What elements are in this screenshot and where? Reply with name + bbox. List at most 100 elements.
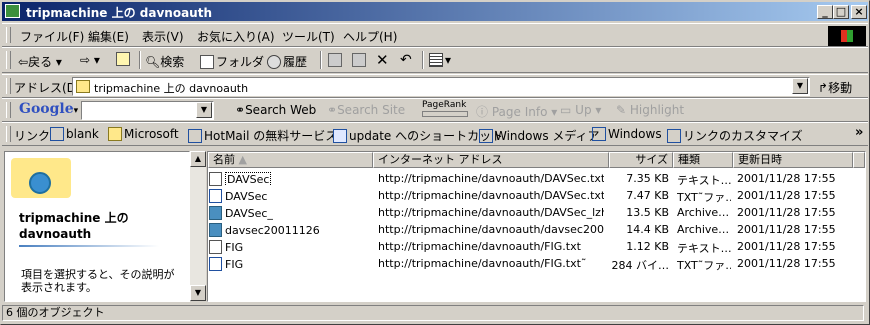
move-to-icon	[328, 53, 342, 67]
ie-page-icon	[50, 127, 64, 141]
file-url: http://tripmachine/davnoauth/davsec2001…	[378, 223, 604, 236]
link-windows-media[interactable]: Windows メディア	[479, 127, 600, 144]
generic-file-icon	[209, 189, 222, 203]
go-arrow-icon: ↱	[818, 81, 829, 95]
toolbar-grip[interactable]	[6, 27, 11, 43]
move-to-button[interactable]	[328, 53, 344, 67]
file-type: テキスト…	[677, 242, 731, 255]
file-name: DAVSec	[225, 190, 268, 203]
link-hotmail[interactable]: HotMail の無料サービス	[188, 127, 337, 144]
file-name: FIG	[225, 258, 244, 271]
toolbar-grip[interactable]	[6, 102, 11, 118]
delete-button[interactable]: ✕	[376, 51, 389, 69]
separator	[139, 51, 141, 69]
file-url: http://tripmachine/davnoauth/DAVSec.txt	[378, 172, 604, 185]
file-type: Archive…	[677, 206, 730, 219]
search-button[interactable]: 🔍︎検索	[145, 53, 184, 70]
folder-up-icon: ▭	[560, 103, 572, 117]
google-menu-button[interactable]: Google▾	[19, 101, 78, 117]
file-url: http://tripmachine/davnoauth/FIG.txt˜	[378, 257, 587, 270]
sort-arrow-icon: ▲	[238, 153, 247, 166]
close-button[interactable]: ×	[851, 5, 867, 19]
highlight-button[interactable]: ✎ Highlight	[616, 103, 684, 117]
search-web-button[interactable]: ⚭Search Web	[235, 103, 316, 117]
history-button[interactable]: 履歴	[267, 53, 307, 70]
column-header-url[interactable]: インターネット アドレス	[373, 152, 609, 168]
folders-button[interactable]: フォルダ	[200, 53, 264, 70]
link-customize[interactable]: リンクのカスタマイズ	[667, 127, 803, 144]
file-type: テキスト…	[677, 174, 731, 187]
copy-to-icon	[352, 53, 366, 67]
file-row[interactable]: DAVSec http://tripmachine/davnoauth/DAVS…	[208, 187, 865, 204]
separator	[422, 51, 424, 69]
column-header-modified[interactable]: 更新日時	[733, 152, 853, 168]
status-bar: 6 個のオブジェクト	[2, 304, 868, 322]
left-pane-scrollbar[interactable]: ▲ ▼	[190, 151, 206, 301]
file-name: DAVSec_	[225, 207, 273, 220]
file-modified: 2001/11/28 17:55	[737, 172, 836, 185]
menu-favorites[interactable]: お気に入り(A)	[197, 28, 275, 45]
file-size: 14.4 KB	[626, 223, 669, 236]
ie-page-icon	[188, 129, 202, 143]
menu-edit[interactable]: 編集(E)	[88, 28, 129, 45]
google-toolbar: Google▾ ▼ ⚭Search Web ⚭Search Site PageR…	[2, 98, 868, 122]
go-button[interactable]: ↱移動	[818, 79, 852, 96]
file-modified: 2001/11/28 17:55	[737, 240, 836, 253]
file-row[interactable]: DAVSec_ http://tripmachine/davnoauth/DAV…	[208, 204, 865, 221]
file-size: 13.5 KB	[626, 206, 669, 219]
links-more-chevron-icon[interactable]: »	[855, 125, 863, 140]
column-header-size[interactable]: サイズ	[609, 152, 673, 168]
title-bar[interactable]: tripmachine 上の davnoauth _ □ ×	[2, 2, 868, 21]
link-update-shortcut[interactable]: update へのショートカット	[333, 127, 503, 144]
minimize-button[interactable]: _	[817, 5, 833, 19]
file-row[interactable]: FIG http://tripmachine/davnoauth/FIG.txt…	[208, 255, 865, 272]
column-header-type[interactable]: 種類	[673, 152, 733, 168]
delete-x-icon: ✕	[376, 51, 389, 69]
network-folder-large-icon	[11, 158, 71, 198]
column-header-name[interactable]: 名前 ▲	[208, 152, 373, 168]
address-input[interactable]: tripmachine 上の davnoauth ▼	[72, 77, 810, 96]
back-button[interactable]: ⇦戻る ▾	[18, 53, 62, 70]
menu-tools[interactable]: ツール(T)	[282, 28, 335, 45]
file-row[interactable]: FIG http://tripmachine/davnoauth/FIG.txt…	[208, 238, 865, 255]
search-site-button[interactable]: ⚭Search Site	[327, 103, 405, 117]
ie-page-icon	[667, 129, 681, 143]
address-bar: アドレス(D) tripmachine 上の davnoauth ▼ ↱移動	[2, 74, 868, 98]
menu-view[interactable]: 表示(V)	[142, 28, 184, 45]
link-windows[interactable]: Windows	[592, 127, 662, 141]
page-info-button[interactable]: ⓘ Page Info ▾	[476, 103, 557, 120]
info-icon: ⓘ	[476, 105, 489, 119]
scroll-down-button[interactable]: ▼	[190, 285, 206, 301]
file-row[interactable]: DAVSec http://tripmachine/davnoauth/DAVS…	[208, 170, 865, 187]
scroll-up-button[interactable]: ▲	[190, 151, 206, 167]
text-file-icon	[209, 240, 222, 254]
toolbar-grip[interactable]	[6, 126, 11, 142]
file-modified: 2001/11/28 17:55	[737, 206, 836, 219]
back-arrow-icon: ⇦	[18, 55, 29, 69]
address-dropdown-button[interactable]: ▼	[792, 78, 808, 94]
toolbar-grip[interactable]	[6, 51, 11, 69]
up-button[interactable]: ▭ Up ▾	[560, 103, 601, 117]
menu-help[interactable]: ヘルプ(H)	[343, 28, 397, 45]
views-icon	[429, 53, 443, 67]
copy-to-button[interactable]	[352, 53, 368, 67]
google-dropdown-button[interactable]: ▼	[196, 102, 212, 118]
undo-icon: ↶	[400, 52, 412, 68]
maximize-button[interactable]: □	[833, 5, 849, 19]
folder-title: tripmachine 上の davnoauth	[19, 211, 129, 241]
google-search-input[interactable]: ▼	[81, 101, 214, 120]
link-blank[interactable]: blank	[50, 127, 99, 141]
windows-logo-icon	[828, 26, 866, 46]
undo-button[interactable]: ↶	[400, 52, 412, 68]
folders-icon	[200, 55, 214, 69]
views-button[interactable]: ▾	[429, 53, 451, 67]
toolbar-grip[interactable]	[6, 78, 11, 94]
menu-file[interactable]: ファイル(F)	[20, 28, 84, 45]
forward-button[interactable]: ⇨ ▾	[80, 53, 100, 67]
file-row[interactable]: davsec20011126 http://tripmachine/davnoa…	[208, 221, 865, 238]
file-size: 7.47 KB	[626, 189, 669, 202]
folder-icon	[108, 127, 122, 141]
link-microsoft[interactable]: Microsoft	[108, 127, 179, 141]
column-header-filler	[853, 152, 865, 168]
up-folder-button[interactable]	[116, 52, 132, 66]
